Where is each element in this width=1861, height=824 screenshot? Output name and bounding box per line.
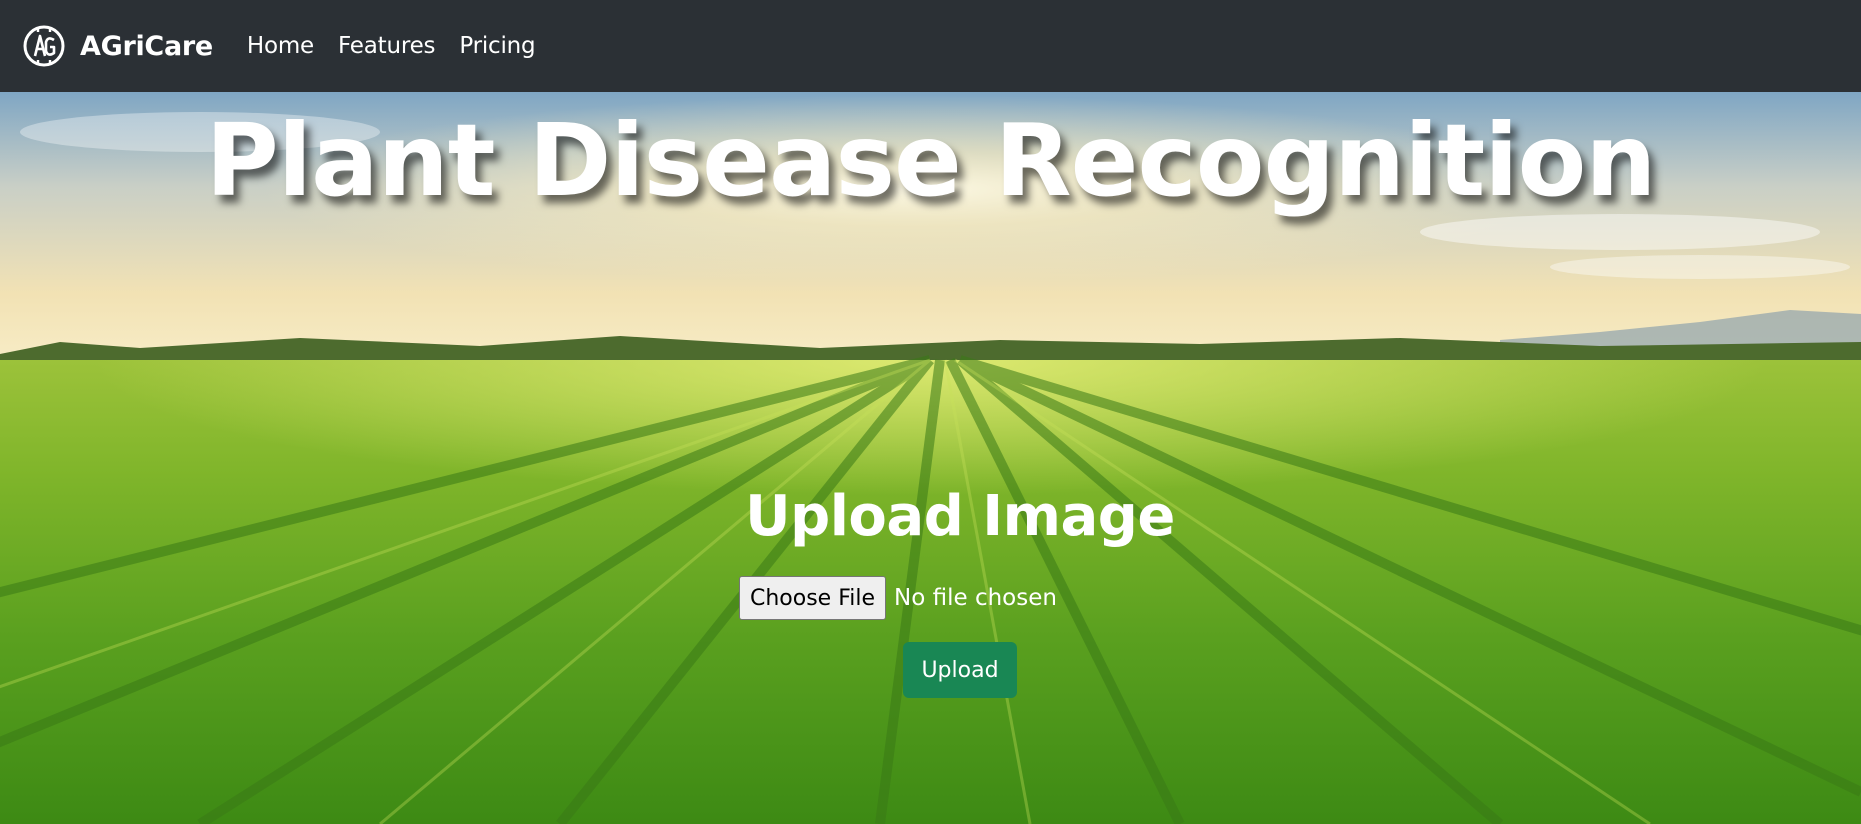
nav-link-pricing[interactable]: Pricing [459, 33, 535, 59]
page-title: Plant Disease Recognition [205, 102, 1657, 219]
nav-links: Home Features Pricing [247, 33, 536, 59]
file-input: Choose File No file chosen [739, 576, 1057, 620]
top-navbar: AGriCare Home Features Pricing [0, 0, 1861, 92]
hero-section: Plant Disease Recognition Upload Image C… [0, 92, 1861, 824]
ag-monogram-logo-icon [22, 20, 66, 72]
upload-heading: Upload Image [745, 484, 1175, 549]
upload-button[interactable]: Upload [903, 642, 1017, 698]
nav-link-home[interactable]: Home [247, 33, 314, 59]
file-status-text: No file chosen [894, 585, 1057, 611]
brand-link[interactable]: AGriCare [22, 20, 213, 72]
nav-link-features[interactable]: Features [338, 33, 435, 59]
brand-name: AGriCare [80, 30, 213, 62]
choose-file-button[interactable]: Choose File [739, 576, 887, 620]
